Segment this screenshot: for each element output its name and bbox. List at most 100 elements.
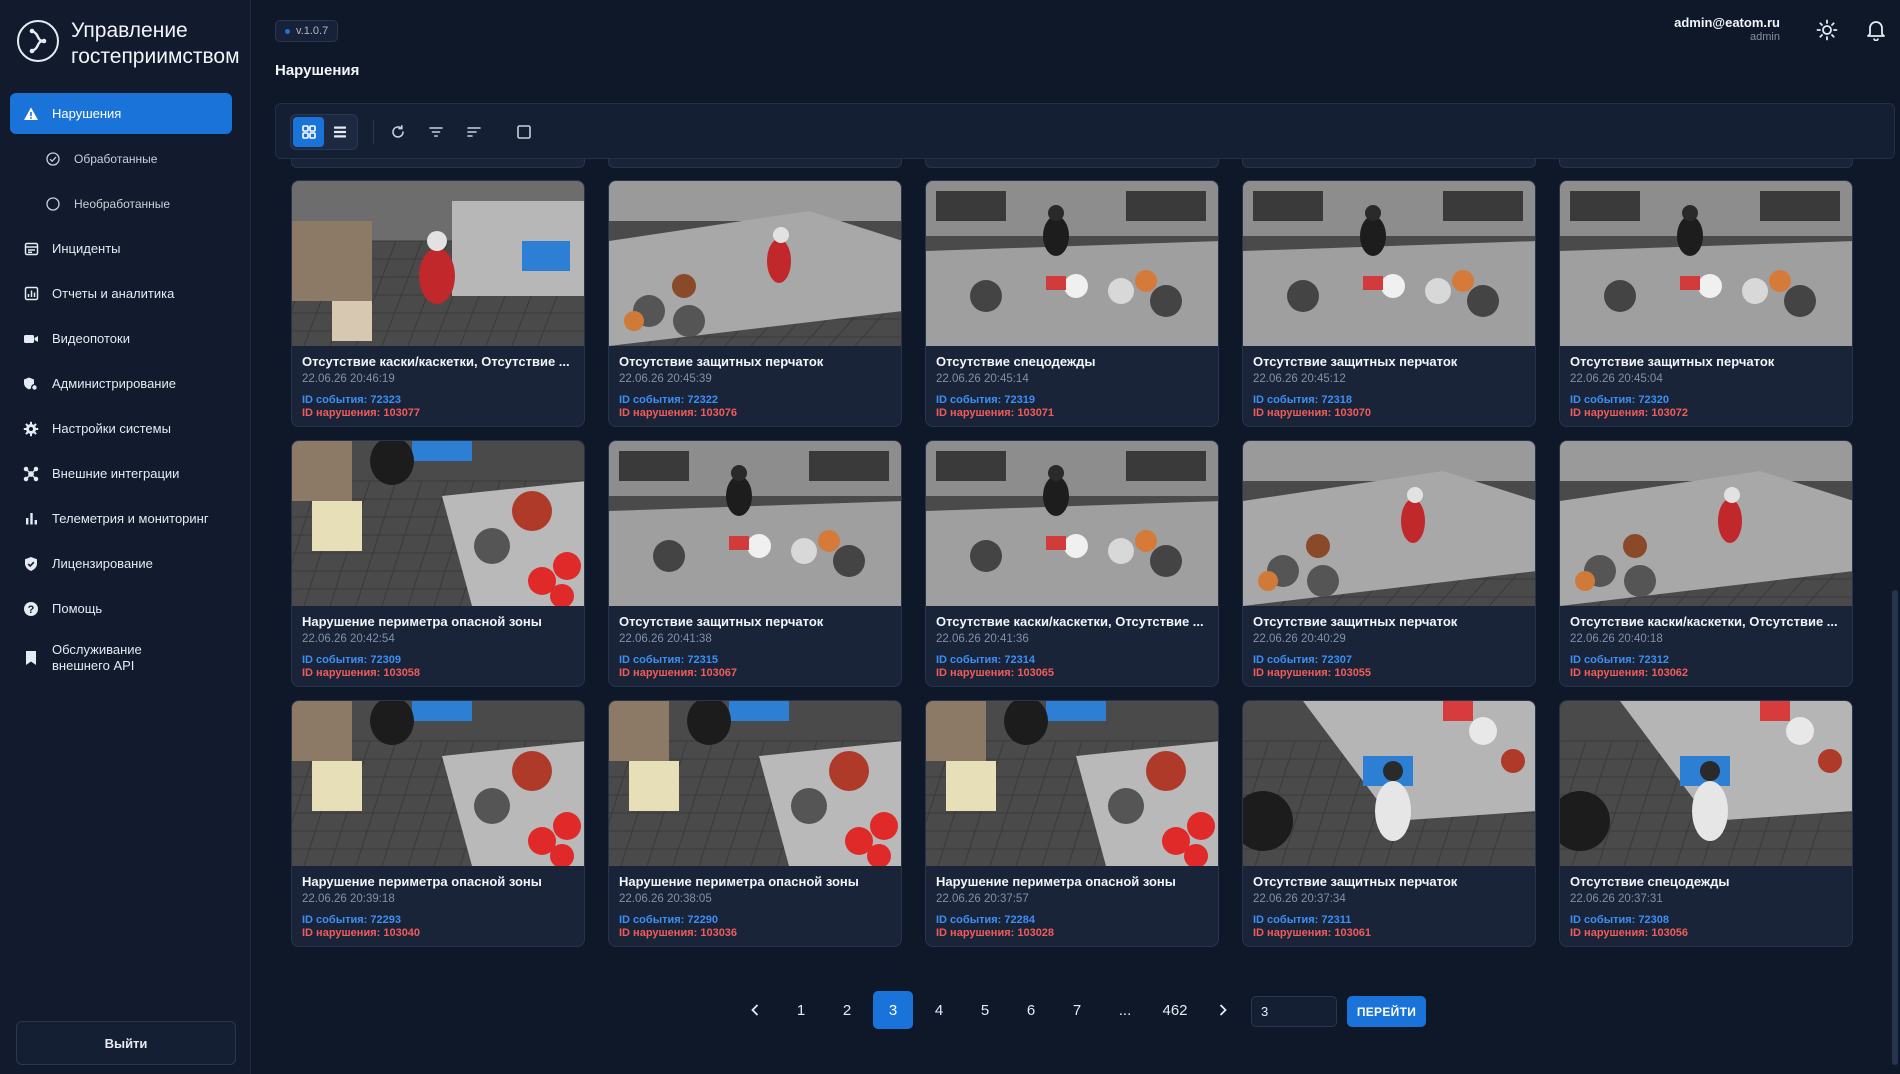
- violation-card[interactable]: Отсутствие защитных перчаток 22.06.26 20…: [1242, 440, 1536, 687]
- goto-page-button[interactable]: ПЕРЕЙТИ: [1347, 996, 1426, 1027]
- sidebar-item-12[interactable]: ? Помощь: [10, 588, 232, 629]
- camera-snapshot[interactable]: [926, 701, 1219, 866]
- camera-snapshot[interactable]: [1243, 441, 1536, 606]
- sort-icon[interactable]: [462, 120, 486, 144]
- list-view-icon[interactable]: [324, 117, 355, 147]
- toolbar: [275, 103, 1895, 159]
- sidebar-item-13[interactable]: Обслуживание внешнего API: [10, 633, 232, 683]
- event-id: ID события: 72322: [619, 394, 718, 406]
- version-label: v.1.0.7: [296, 25, 329, 37]
- select-checkbox-icon[interactable]: [512, 120, 536, 144]
- sidebar-item-9[interactable]: Внешние интеграции: [10, 453, 232, 494]
- card-body: Отсутствие защитных перчаток 22.06.26 20…: [609, 346, 901, 419]
- camera-snapshot[interactable]: [1560, 181, 1853, 346]
- camera-snapshot[interactable]: [1243, 181, 1536, 346]
- violation-card[interactable]: Отсутствие каски/кaскетки, Отсутствие ..…: [291, 180, 585, 427]
- violation-card[interactable]: Отсутствие защитных перчаток 22.06.26 20…: [608, 180, 902, 427]
- card-body: Отсутствие спецодежды 22.06.26 20:37:31 …: [1560, 866, 1852, 939]
- sidebar-item-label: Телеметрия и мониторинг: [52, 511, 209, 526]
- sidebar-item-3[interactable]: Необработанные: [10, 183, 232, 224]
- card-peek: [1559, 159, 1853, 168]
- camera-snapshot[interactable]: [292, 181, 585, 346]
- violation-card[interactable]: Нарушение периметра опасной зоны 22.06.2…: [291, 440, 585, 687]
- grid-view-icon[interactable]: [293, 117, 324, 147]
- logout-button[interactable]: Выйти: [16, 1021, 236, 1065]
- sidebar-item-2[interactable]: Обработанные: [10, 138, 232, 179]
- violation-card[interactable]: Нарушение периметра опасной зоны 22.06.2…: [925, 700, 1219, 947]
- violation-card[interactable]: Отсутствие защитных перчаток 22.06.26 20…: [1559, 180, 1853, 427]
- sidebar-item-1[interactable]: Нарушения: [10, 93, 232, 134]
- camera-snapshot[interactable]: [609, 181, 902, 346]
- violation-id: ID нарушения: 103071: [936, 407, 1055, 419]
- goto-page-input[interactable]: [1251, 996, 1337, 1027]
- sidebar-item-5[interactable]: Отчеты и аналитика: [10, 273, 232, 314]
- page-button[interactable]: 5: [965, 991, 1005, 1029]
- camera-snapshot[interactable]: [926, 181, 1219, 346]
- violation-id: ID нарушения: 103072: [1570, 407, 1689, 419]
- sidebar-item-11[interactable]: Лицензирование: [10, 543, 232, 584]
- violation-card[interactable]: Отсутствие защитных перчаток 22.06.26 20…: [1242, 700, 1536, 947]
- brand-logo-icon: [17, 20, 59, 62]
- user-info[interactable]: admin@eatom.ru admin: [1674, 15, 1780, 43]
- brand: Управление гостеприимством: [17, 18, 251, 70]
- page-button[interactable]: 6: [1011, 991, 1051, 1029]
- camera-snapshot[interactable]: [1560, 701, 1853, 866]
- violation-card[interactable]: Отсутствие спецодежды 22.06.26 20:37:31 …: [1559, 700, 1853, 947]
- violation-id: ID нарушения: 103028: [936, 927, 1055, 939]
- camera-snapshot[interactable]: [1243, 701, 1536, 866]
- camera-snapshot[interactable]: [609, 441, 902, 606]
- card-peek: [608, 159, 902, 168]
- event-id: ID события: 72290: [619, 914, 718, 926]
- admin-icon: [22, 375, 40, 393]
- page-button[interactable]: 4: [919, 991, 959, 1029]
- violation-timestamp: 22.06.26 20:37:57: [936, 893, 1029, 905]
- camera-snapshot[interactable]: [926, 441, 1219, 606]
- sidebar-item-8[interactable]: Настройки системы: [10, 408, 232, 449]
- violation-title: Отсутствие защитных перчаток: [1253, 874, 1458, 889]
- violation-card[interactable]: Отсутствие защитных перчаток 22.06.26 20…: [1242, 180, 1536, 427]
- user-email: admin@eatom.ru: [1674, 15, 1780, 30]
- sidebar-item-label: Настройки системы: [52, 421, 171, 436]
- camera-snapshot[interactable]: [292, 701, 585, 866]
- page-button[interactable]: 1: [781, 991, 821, 1029]
- violation-card[interactable]: Нарушение периметра опасной зоны 22.06.2…: [608, 700, 902, 947]
- card-peek: [1242, 159, 1536, 168]
- page-button[interactable]: 462: [1153, 991, 1197, 1029]
- violation-card[interactable]: Отсутствие защитных перчаток 22.06.26 20…: [608, 440, 902, 687]
- view-toggle: [290, 114, 358, 150]
- page-button[interactable]: 7: [1057, 991, 1097, 1029]
- sidebar-item-label: Помощь: [52, 601, 103, 616]
- sidebar-item-6[interactable]: Видеопотоки: [10, 318, 232, 359]
- page-button[interactable]: 3: [873, 991, 913, 1029]
- version-dot-icon: [285, 28, 290, 34]
- scrollbar[interactable]: [1892, 590, 1898, 1065]
- circle-icon: [44, 195, 62, 213]
- violation-card[interactable]: Отсутствие спецодежды 22.06.26 20:45:14 …: [925, 180, 1219, 427]
- toolbar-divider: [373, 120, 374, 144]
- sidebar-item-10[interactable]: Телеметрия и мониторинг: [10, 498, 232, 539]
- filter-icon[interactable]: [424, 120, 448, 144]
- violation-id: ID нарушения: 103061: [1253, 927, 1372, 939]
- violation-card[interactable]: Отсутствие каски/каскетки, Отсутствие ..…: [925, 440, 1219, 687]
- camera-snapshot[interactable]: [292, 441, 585, 606]
- sidebar-item-4[interactable]: Инциденты: [10, 228, 232, 269]
- camera-snapshot[interactable]: [1560, 441, 1853, 606]
- violation-title: Нарушение периметра опасной зоны: [619, 874, 859, 889]
- next-page-chevron-right-icon[interactable]: [1203, 991, 1243, 1029]
- refresh-icon[interactable]: [386, 120, 410, 144]
- pagination-ellipsis: ...: [1118, 1001, 1132, 1019]
- violation-card[interactable]: Нарушение периметра опасной зоны 22.06.2…: [291, 700, 585, 947]
- version-badge: v.1.0.7: [275, 20, 339, 42]
- violation-title: Отсутствие каски/каскетки, Отсутствие ..…: [936, 614, 1204, 629]
- notifications-bell-icon[interactable]: [1864, 18, 1888, 42]
- violation-timestamp: 22.06.26 20:40:18: [1570, 633, 1663, 645]
- card-peek: [291, 159, 585, 168]
- violation-card[interactable]: Отсутствие каски/каскетки, Отсутствие ..…: [1559, 440, 1853, 687]
- event-id: ID события: 72307: [1253, 654, 1352, 666]
- sidebar-item-7[interactable]: Администрирование: [10, 363, 232, 404]
- camera-snapshot[interactable]: [609, 701, 902, 866]
- violation-timestamp: 22.06.26 20:37:31: [1570, 893, 1663, 905]
- prev-page-chevron-left-icon[interactable]: [735, 991, 775, 1029]
- theme-toggle-sun-icon[interactable]: [1815, 18, 1839, 42]
- page-button[interactable]: 2: [827, 991, 867, 1029]
